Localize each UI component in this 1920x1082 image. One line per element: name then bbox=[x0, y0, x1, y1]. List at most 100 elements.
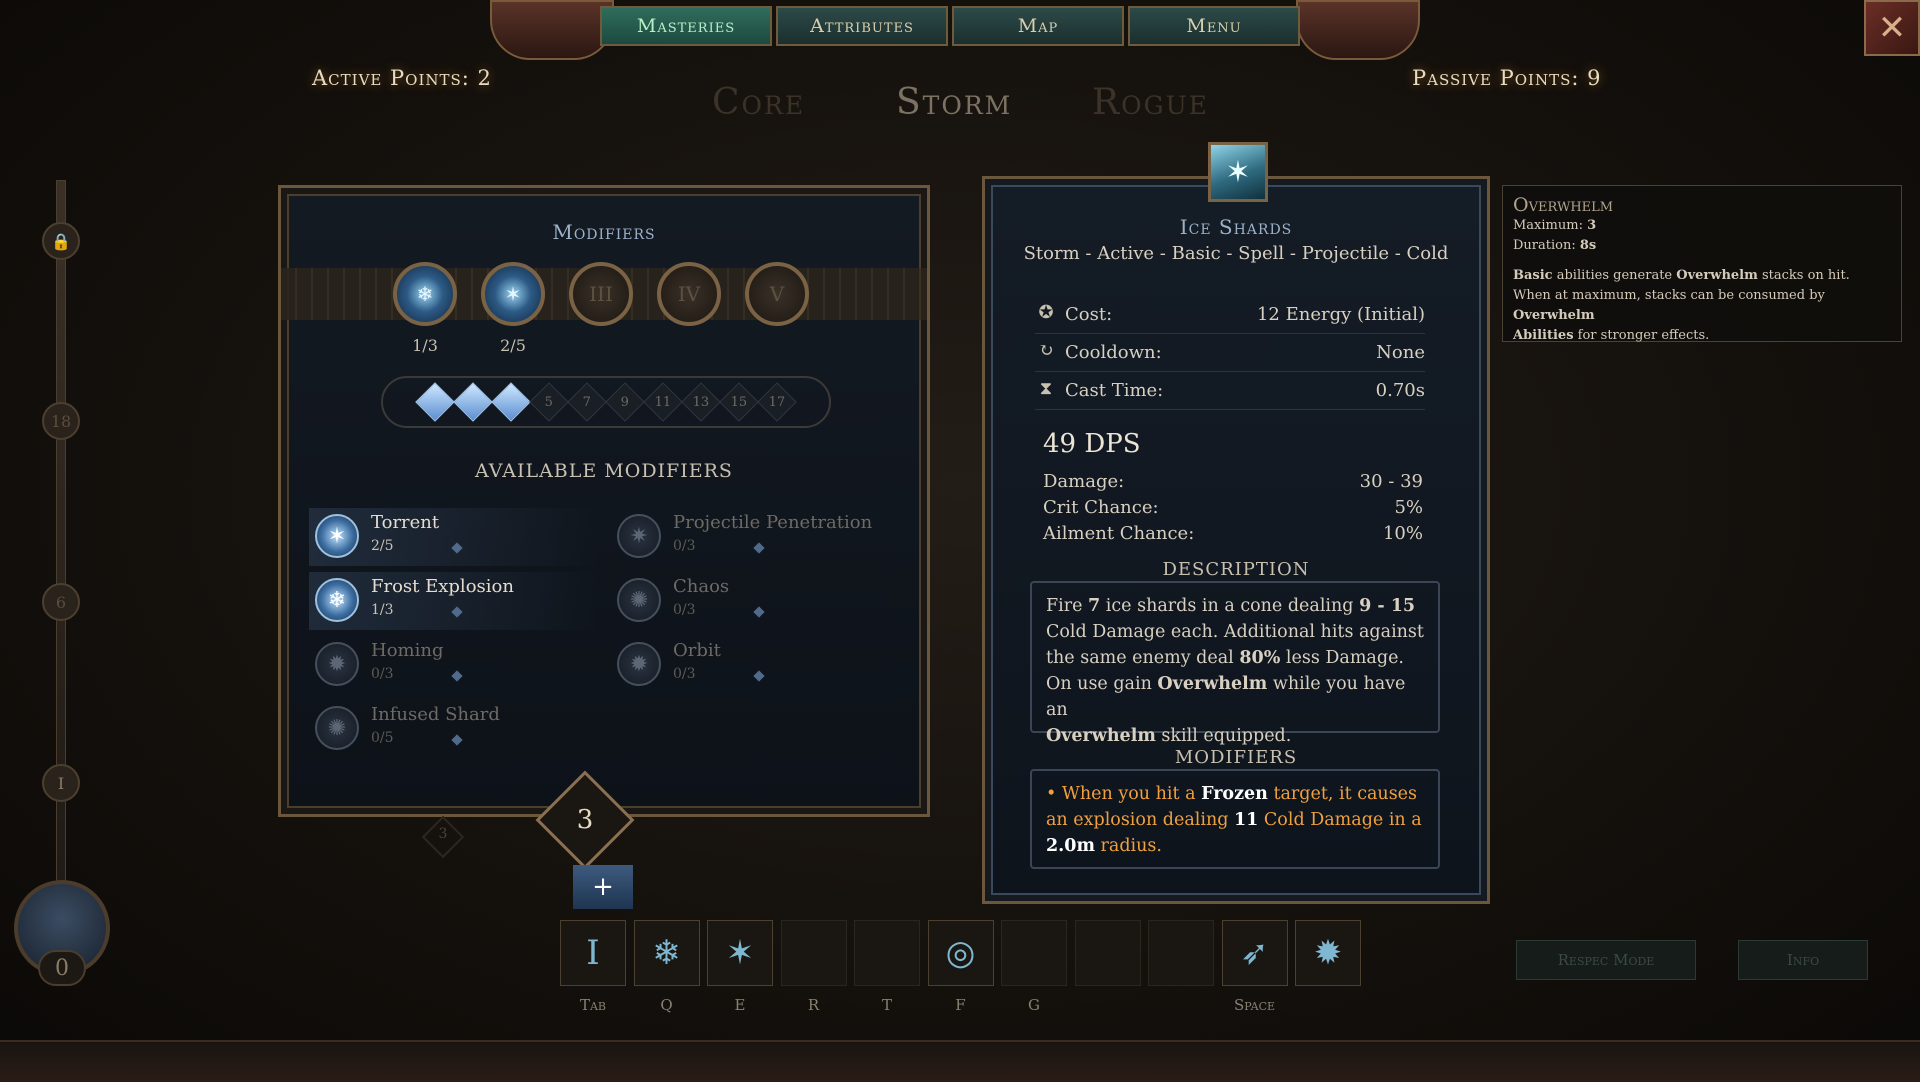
ice-shards-skill-icon: ✶ bbox=[1208, 142, 1268, 202]
modifier-name: Infused Shard bbox=[371, 704, 500, 725]
close-button[interactable]: ✕ bbox=[1864, 0, 1920, 56]
hotbar-key-label: Tab bbox=[579, 996, 607, 1014]
modifier-name: Frost Explosion bbox=[371, 576, 514, 597]
hotbar-slot[interactable] bbox=[1148, 920, 1214, 986]
stat-value: 0.70s bbox=[1375, 380, 1425, 401]
hotbar-key-label: T bbox=[881, 996, 892, 1014]
skill-modifier-effect: • When you hit a Frozen target, it cause… bbox=[1030, 769, 1440, 869]
skill-tags: Storm - Active - Basic - Spell - Project… bbox=[1023, 243, 1449, 264]
row-label: Damage: bbox=[1043, 471, 1125, 492]
skill-icon: Ⅰ bbox=[586, 933, 600, 973]
tab-attributes[interactable]: Attributes bbox=[776, 6, 948, 46]
skill-details-panel: Ice Shards Storm - Active - Basic - Spel… bbox=[982, 176, 1490, 904]
diamond-icon bbox=[753, 670, 765, 682]
modifier-homing[interactable]: ✹ Homing 0/3 bbox=[309, 636, 599, 694]
mastery-tab-core[interactable]: Core bbox=[712, 82, 805, 123]
close-icon: ✕ bbox=[1877, 8, 1907, 48]
hotbar-slot[interactable] bbox=[1074, 920, 1141, 986]
hotbar-slot[interactable] bbox=[780, 920, 847, 986]
slot-count-2: 2/5 bbox=[500, 336, 526, 355]
diamond-icon bbox=[753, 606, 765, 618]
diamond-icon bbox=[753, 542, 765, 554]
modifier-slot-5[interactable]: V bbox=[745, 262, 809, 326]
modifier-chaos[interactable]: ✺ Chaos 0/3 bbox=[611, 572, 901, 630]
modifier-torrent[interactable]: ✶ Torrent 2/5 bbox=[309, 508, 599, 566]
skill-icon: ✶ bbox=[725, 933, 755, 973]
modifier-rank: 0/3 bbox=[371, 666, 394, 682]
modifier-rank: 1/3 bbox=[371, 602, 394, 618]
hotbar-slot[interactable]: ❄ bbox=[633, 920, 700, 986]
skill-icon bbox=[1076, 921, 1140, 985]
progress-pip: 5 bbox=[529, 382, 569, 422]
diamond-icon bbox=[451, 606, 463, 618]
modifier-slot-3[interactable]: III bbox=[569, 262, 633, 326]
modifier-orbit[interactable]: ✹ Orbit 0/3 bbox=[611, 636, 901, 694]
tab-menu[interactable]: Menu bbox=[1128, 6, 1300, 46]
skill-icon: ◎ bbox=[945, 933, 976, 973]
modifier-infused-shard[interactable]: ✺ Infused Shard 0/5 bbox=[309, 700, 599, 758]
add-point-button[interactable]: + bbox=[573, 865, 633, 909]
progress-pip: 17 bbox=[757, 382, 797, 422]
modifier-slot-4[interactable]: IV bbox=[657, 262, 721, 326]
diamond-icon bbox=[451, 734, 463, 746]
hotbar-slot[interactable] bbox=[854, 920, 920, 986]
mastery-level-track bbox=[56, 180, 66, 942]
hourglass-icon: ⧗ bbox=[1039, 378, 1053, 399]
info-button[interactable]: Info bbox=[1738, 940, 1868, 980]
skill-icon: ✹ bbox=[1313, 933, 1343, 973]
stat-cooldown: ↻ Cooldown: None bbox=[1035, 335, 1425, 372]
hotbar-slot[interactable]: Ⅰ bbox=[560, 920, 626, 986]
modifier-slot-2[interactable]: ✶ bbox=[481, 262, 545, 326]
skill-icon bbox=[1149, 921, 1213, 985]
hotbar-slot[interactable]: ✹ bbox=[1295, 920, 1361, 986]
hotbar-slot[interactable]: ◎ bbox=[927, 920, 994, 986]
row-label: Crit Chance: bbox=[1043, 497, 1159, 518]
skill-name: Ice Shards bbox=[1179, 215, 1293, 239]
modifier-name: Torrent bbox=[371, 512, 440, 533]
mastery-tab-rogue[interactable]: Rogue bbox=[1092, 82, 1209, 123]
hotbar-slot[interactable] bbox=[1001, 920, 1067, 986]
skill-hotbar: Ⅰ Tab ❄ Q ✶ E R T ◎ F G ➶ Space ✹ bbox=[560, 920, 1361, 1014]
cooldown-icon: ↻ bbox=[1038, 340, 1054, 361]
row-value: 30 - 39 bbox=[1359, 471, 1423, 492]
modifier-projectile-penetration[interactable]: ✷ Projectile Penetration 0/3 bbox=[611, 508, 901, 566]
active-points: Active Points: 2 bbox=[312, 66, 492, 90]
row-label: Ailment Chance: bbox=[1043, 523, 1195, 544]
modifier-slot-1[interactable]: ❄ bbox=[393, 262, 457, 326]
tooltip-duration: Duration: 8s bbox=[1513, 238, 1597, 253]
level-indicator: 0 bbox=[38, 950, 86, 986]
stat-label: Cost: bbox=[1065, 304, 1113, 325]
mastery-tab-storm[interactable]: Storm bbox=[896, 82, 1012, 123]
tooltip-body: Basic abilities generate Overwhelm stack… bbox=[1513, 268, 1850, 343]
description-heading: DESCRIPTION bbox=[1162, 559, 1310, 580]
modifier-rank: 2/5 bbox=[371, 538, 394, 554]
overwhelm-tooltip: Overwhelm Maximum: 3 Duration: 8s Basic … bbox=[1502, 185, 1902, 343]
respec-mode-button[interactable]: Respec Mode bbox=[1516, 940, 1696, 980]
row-value: 10% bbox=[1382, 523, 1423, 544]
chaos-icon: ✺ bbox=[617, 578, 661, 622]
slot-count-1: 1/3 bbox=[412, 336, 438, 355]
hotbar-key-label: Q bbox=[660, 996, 673, 1014]
available-modifiers-heading: AVAILABLE MODIFIERS bbox=[475, 460, 733, 482]
hotbar-slot[interactable]: ➶ bbox=[1221, 920, 1288, 986]
diamond-icon bbox=[451, 670, 463, 682]
tooltip-maximum: Maximum: 3 bbox=[1513, 218, 1597, 233]
bottom-frame bbox=[0, 1040, 1920, 1082]
stat-cast-time: ⧗ Cast Time: 0.70s bbox=[1035, 373, 1425, 410]
modifier-name: Chaos bbox=[673, 576, 730, 597]
modifier-frost-explosion[interactable]: ❄ Frost Explosion 1/3 bbox=[309, 572, 599, 630]
tab-masteries[interactable]: Masteries bbox=[600, 6, 772, 46]
modifier-name: Projectile Penetration bbox=[673, 512, 873, 533]
modifiers-title: Modifiers bbox=[552, 220, 656, 244]
hotbar-slot[interactable]: ✶ bbox=[707, 920, 773, 986]
ice-shards-icon: ✶ bbox=[504, 282, 522, 306]
skill-icon: ➶ bbox=[1240, 933, 1269, 973]
skill-icon bbox=[782, 921, 846, 985]
tooltip-title: Overwhelm bbox=[1513, 194, 1614, 216]
orbit-icon: ✹ bbox=[617, 642, 661, 686]
level-node-6: 6 bbox=[42, 583, 80, 621]
energy-icon: ✪ bbox=[1038, 302, 1054, 323]
tab-map[interactable]: Map bbox=[952, 6, 1124, 46]
infused-shard-icon: ✺ bbox=[315, 706, 359, 750]
diamond-icon bbox=[451, 542, 463, 554]
